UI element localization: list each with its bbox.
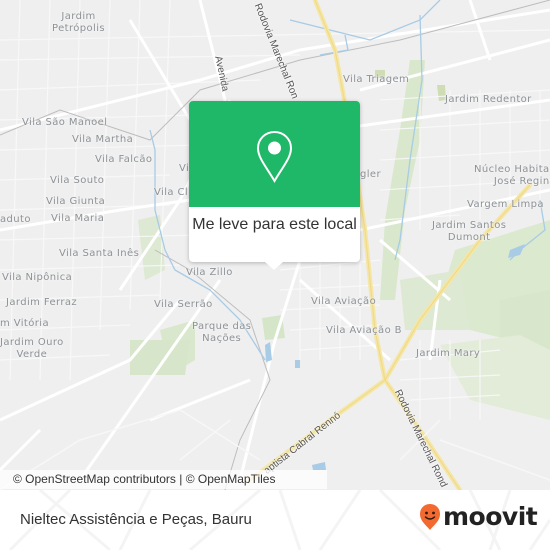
label-vila-aviacao-b: Vila Aviação B (326, 325, 402, 336)
label-jardim-mary: Jardim Mary (416, 348, 481, 359)
label-vila-aviacao: Vila Aviação (311, 296, 377, 307)
label-vila-cl: Vila Cl (154, 187, 189, 198)
moovit-pin-icon (420, 504, 440, 530)
label-vila-souto: Vila Souto (50, 175, 105, 186)
map-attribution[interactable]: © OpenStreetMap contributors | © OpenMap… (0, 470, 327, 489)
label-vila-martha: Vila Martha (72, 134, 134, 145)
map[interactable]: Jardim Petrópolis Vila São Manoel Vila M… (0, 0, 550, 490)
label-vila-serrao: Vila Serrão (154, 299, 213, 310)
label-jardim-ouro-verde: Jardim Ouro Verde (0, 337, 64, 360)
label-nucleo-habitacional: Núcleo Habita José Regin (474, 164, 550, 187)
label-vila-giunta: Vila Giunta (46, 196, 106, 207)
label-jardim-vitoria: m Vitória (0, 318, 49, 329)
label-jardim-santos-dumont: Jardim Santos Dumont (432, 220, 507, 243)
place-title: Nieltec Assistência e Peças, Bauru (20, 511, 252, 528)
take-me-there-link[interactable]: Me leve para este local (189, 207, 360, 237)
moovit-wordmark: moovit (443, 502, 538, 531)
label-jardim-redentor: Jardim Redentor (445, 94, 532, 105)
label-jardim-petropolis: Jardim Petrópolis (52, 11, 105, 34)
label-vila-zillo: Vila Zillo (186, 267, 233, 278)
label-vila-maria: Vila Maria (51, 213, 105, 224)
label-vila-falcao: Vila Falcão (95, 154, 153, 165)
directions-popup[interactable]: Me leve para este local (189, 101, 360, 270)
label-vila-niponica: Vila Nipônica (2, 272, 73, 283)
label-jardim-ferraz: Jardim Ferraz (6, 297, 78, 308)
label-viaduto: aduto (0, 214, 31, 225)
map-pin-icon (256, 130, 293, 184)
label-gler: gler (360, 169, 381, 180)
label-vargem-limpa: Vargem Limpa (467, 199, 544, 210)
popup-pointer (265, 262, 283, 270)
label-vila-sao-manoel: Vila São Manoel (22, 117, 108, 128)
popup-header[interactable] (189, 101, 360, 207)
moovit-logo[interactable]: moovit (419, 502, 538, 532)
label-vila-santa-ines: Vila Santa Inês (59, 248, 140, 259)
label-parque-das-nacoes: Parque das Nações (192, 321, 252, 344)
label-vila-v: Vi (179, 163, 190, 174)
label-vila-triagem: Vila Triagem (343, 74, 410, 85)
